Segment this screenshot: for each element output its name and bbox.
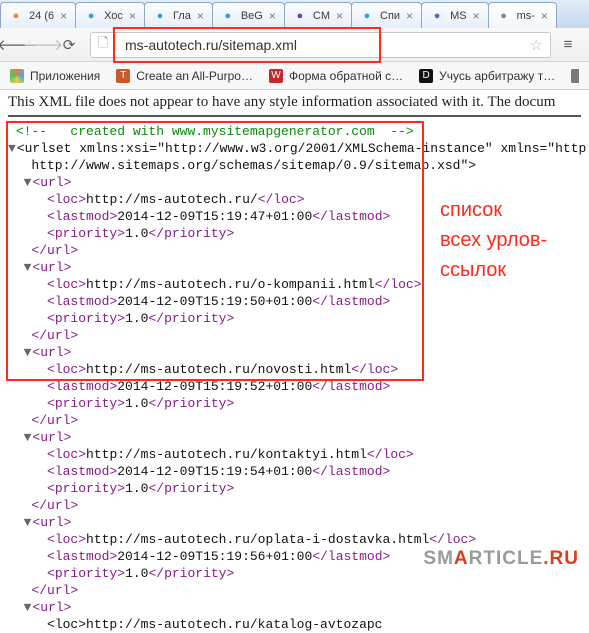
- tab-4[interactable]: ● CM ×: [284, 2, 352, 28]
- tab-bar: ● 24 (6 × ● Хос × ● Гла × ● BeG × ● CM × ● Спи × ● MS × ● ms- ×: [0, 0, 589, 28]
- bm-form[interactable]: W Форма обратной с…: [269, 69, 403, 83]
- bookmark-label: Create an All-Purpo…: [136, 69, 253, 83]
- reload-button[interactable]: ⟳: [58, 34, 80, 56]
- favicon: ●: [153, 9, 167, 23]
- close-icon[interactable]: ×: [60, 9, 67, 23]
- bm-create[interactable]: T Create an All-Purpo…: [116, 69, 253, 83]
- annotation-text: список всех урлов- ссылок: [440, 195, 547, 285]
- nav-bar: 🡐 🡒 ⟳ 🗋 ☆ ≡: [0, 28, 589, 62]
- close-icon[interactable]: ×: [541, 9, 548, 23]
- bookmark-label: Форма обратной с…: [289, 69, 403, 83]
- tab-6[interactable]: ● MS ×: [421, 2, 489, 28]
- fold-icon[interactable]: ▼: [24, 175, 32, 190]
- bookmark-icon: [571, 69, 579, 83]
- apps-label: Приложения: [30, 69, 100, 83]
- site-icon: 🗋: [98, 32, 108, 58]
- tab-2[interactable]: ● Гла ×: [144, 2, 213, 28]
- close-icon[interactable]: ×: [406, 9, 413, 23]
- tab-title: Хос: [104, 10, 123, 22]
- tab-title: BeG: [241, 10, 263, 22]
- url-input[interactable]: [90, 32, 551, 58]
- bm-3d[interactable]: 3D: [571, 69, 579, 83]
- favicon: ●: [9, 9, 23, 23]
- fold-icon[interactable]: ▼: [24, 430, 32, 445]
- favicon: ●: [360, 9, 374, 23]
- tab-title: ms-: [517, 10, 535, 22]
- address-bar: 🗋 ☆: [90, 32, 551, 58]
- favicon: ●: [430, 9, 444, 23]
- fold-icon[interactable]: ▼: [24, 515, 32, 530]
- tab-5[interactable]: ● Спи ×: [351, 2, 422, 28]
- close-icon[interactable]: ×: [473, 9, 480, 23]
- tab-0[interactable]: ● 24 (6 ×: [0, 2, 76, 28]
- favicon: ●: [497, 9, 511, 23]
- tab-title: Гла: [173, 10, 191, 22]
- close-icon[interactable]: ×: [269, 9, 276, 23]
- fold-icon[interactable]: ▼: [24, 600, 32, 615]
- bookmark-icon: D: [419, 69, 433, 83]
- bookmark-star-icon[interactable]: ☆: [530, 32, 543, 58]
- favicon: ●: [84, 9, 98, 23]
- apps-button[interactable]: Приложения: [10, 69, 100, 83]
- bookmark-label: Учусь арбитражу т…: [439, 69, 555, 83]
- tab-title: 24 (6: [29, 10, 54, 22]
- tab-1[interactable]: ● Хос ×: [75, 2, 145, 28]
- tab-title: MS: [450, 10, 467, 22]
- menu-button[interactable]: ≡: [557, 34, 579, 56]
- apps-icon: [10, 69, 24, 83]
- favicon: ●: [221, 9, 235, 23]
- tab-title: CM: [313, 10, 330, 22]
- tab-title: Спи: [380, 10, 400, 22]
- xml-notice: This XML file does not appear to have an…: [8, 94, 581, 117]
- tab-3[interactable]: ● BeG ×: [212, 2, 285, 28]
- close-icon[interactable]: ×: [336, 9, 343, 23]
- favicon: ●: [293, 9, 307, 23]
- bm-arb[interactable]: D Учусь арбитражу т…: [419, 69, 555, 83]
- tab-7[interactable]: ● ms- ×: [488, 2, 557, 28]
- close-icon[interactable]: ×: [197, 9, 204, 23]
- close-icon[interactable]: ×: [129, 9, 136, 23]
- bookmark-icon: T: [116, 69, 130, 83]
- bookmark-bar: Приложения T Create an All-Purpo… W Форма о…: [0, 62, 589, 90]
- fold-icon[interactable]: ▼: [24, 345, 32, 360]
- fold-icon[interactable]: ▼: [24, 260, 32, 275]
- fold-icon[interactable]: ▼: [8, 141, 16, 156]
- watermark: SMARTICLE.RU: [423, 548, 579, 570]
- bookmark-icon: W: [269, 69, 283, 83]
- forward-button[interactable]: 🡒: [32, 34, 54, 56]
